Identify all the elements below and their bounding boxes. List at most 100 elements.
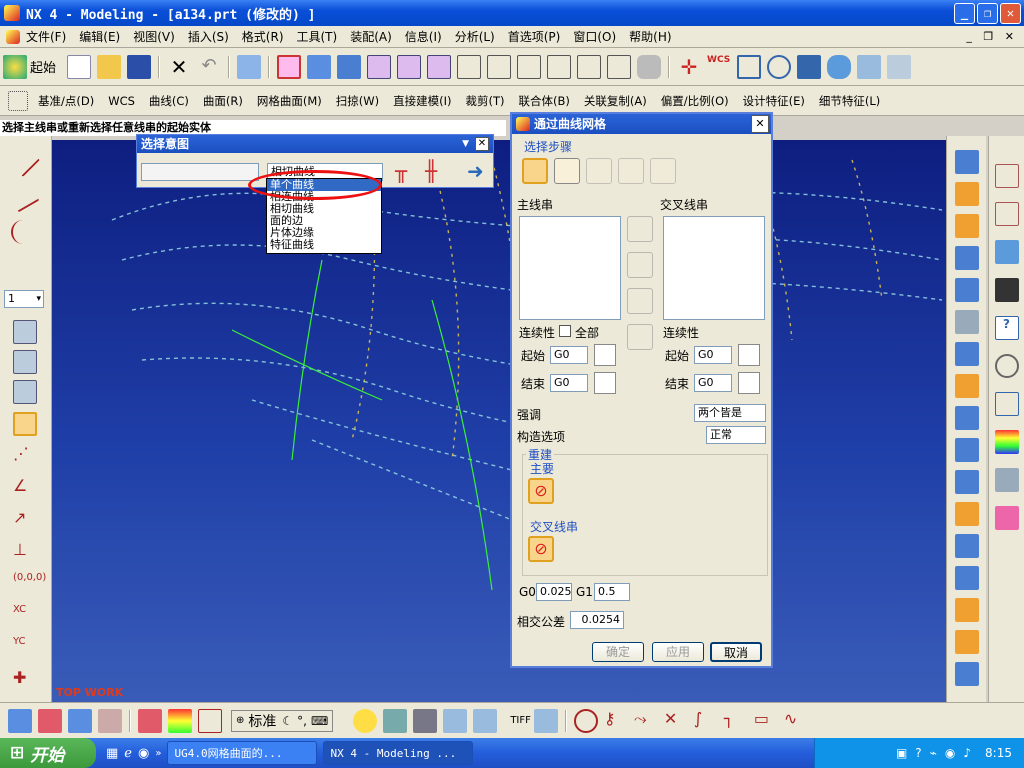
move-to-layer-icon[interactable] [13,350,37,374]
close-button[interactable]: ✕ [1000,2,1021,24]
restore-button[interactable]: ❐ [977,2,998,24]
move-down-icon[interactable] [627,288,653,314]
menu-detail-feature[interactable]: 细节特征(L) [819,93,880,109]
menu-insert[interactable]: 插入(S) [188,28,229,45]
cross-curves-step-icon[interactable] [554,158,580,184]
cross-start-combo[interactable]: G0 [694,346,732,364]
option-feature-curves[interactable]: 特征曲线 [267,239,381,251]
origin-point-icon[interactable]: (0,0,0) [13,572,46,596]
point-crosshair-icon[interactable]: ✛ [677,55,701,79]
ie-icon[interactable]: ℯ [124,746,132,761]
print-icon[interactable] [533,708,558,733]
layer-combo[interactable]: 1 ▾ [4,290,44,308]
g0-tolerance-input[interactable]: 0.025 [536,583,572,601]
emphasis-combo[interactable]: 两个皆是 [694,404,766,422]
render-settings-icon[interactable] [383,708,408,733]
taskbar-item-browser[interactable]: UG4.0网格曲面的... [167,741,318,765]
shell-icon[interactable] [954,374,979,398]
cylinder-icon[interactable] [954,246,979,270]
menu-analysis[interactable]: 分析(L) [455,28,495,45]
menu-help[interactable]: 帮助(H) [629,28,671,45]
taskbar-item-nx[interactable]: NX 4 - Modeling ... [323,741,474,765]
move-up-icon[interactable] [627,252,653,278]
volume-icon[interactable]: ♪ [963,746,971,760]
undo-icon[interactable]: ↶ [197,55,221,79]
spline-icon[interactable]: ∫ [694,709,718,733]
doc-window-controls[interactable]: _ ❐ ✕ [966,30,1024,43]
line-dir-icon[interactable] [6,179,40,213]
key-icon[interactable]: ⚷ [604,709,628,733]
split-body-icon[interactable] [954,566,979,590]
primary-strings-list[interactable] [519,216,621,320]
front-view-icon[interactable] [457,54,482,79]
construct-combo[interactable]: 正常 [706,426,766,444]
scale-body-icon[interactable] [954,630,979,654]
helix-icon[interactable]: ∿ [784,709,808,733]
ok-button[interactable]: 确定 [592,642,644,662]
dialog-close-button[interactable]: ✕ [751,115,769,133]
sew-icon[interactable] [954,662,979,686]
cross-end-combo[interactable]: G0 [694,374,732,392]
menu-direct-modeling[interactable]: 直接建模(I) [393,93,451,109]
training-icon[interactable] [994,278,1019,302]
corner-icon[interactable]: ┐ [724,709,748,733]
palette-icon[interactable] [994,430,1019,454]
system-materials-icon[interactable] [994,392,1019,416]
primary-start-face-icon[interactable] [594,344,616,366]
copy-to-layer-icon[interactable] [13,380,37,404]
cancel-button[interactable]: 取消 [710,642,762,662]
minimize-button[interactable]: _ [954,2,975,24]
frame-icon[interactable] [737,54,762,79]
cone-icon[interactable] [954,278,979,302]
blend-icon[interactable] [954,438,979,462]
menu-curve[interactable]: 曲线(C) [149,93,189,109]
menu-design-feature[interactable]: 设计特征(E) [743,93,805,109]
hidden-edge-cube-icon[interactable] [397,54,422,79]
remove-icon[interactable] [627,324,653,350]
help-icon[interactable]: ? [994,316,1019,340]
block-icon[interactable] [954,150,979,174]
menu-surface[interactable]: 曲面(R) [203,93,243,109]
cross-strings-list[interactable] [663,216,765,320]
extrude-icon[interactable] [954,182,979,206]
menu-mesh-surface[interactable]: 网格曲面(M) [257,93,322,109]
page-curve-icon[interactable]: ▭ [754,709,778,733]
inferred-point-icon[interactable] [13,412,37,436]
ime-icon[interactable]: ⊕ [236,715,244,726]
history-clock-icon[interactable] [994,354,1019,378]
wireframe-cube-icon[interactable] [367,54,392,79]
cut-delete-icon[interactable]: ✕ [167,55,191,79]
offset-face-icon[interactable] [954,598,979,622]
save-icon[interactable] [127,54,152,79]
last-section-step-icon[interactable] [650,158,676,184]
selection-intent-close[interactable]: ✕ [475,137,489,151]
stop-at-intersection-icon[interactable]: ╥ [395,159,407,183]
menu-edit[interactable]: 编辑(E) [79,28,120,45]
curve-analysis-icon[interactable] [8,708,32,733]
next-arrow-icon[interactable]: ➜ [467,159,484,183]
top-view-icon[interactable] [487,54,512,79]
media-icon[interactable]: ◉ [138,746,149,761]
menu-datum-point[interactable]: 基准/点(D) [38,93,94,109]
lens-icon[interactable] [767,54,792,79]
apply-button[interactable]: 应用 [652,642,704,662]
keyboard-icon[interactable]: ⌨ [311,714,328,728]
intersection-tolerance-input[interactable]: 0.0254 [570,611,624,629]
curvature-icon[interactable] [168,708,192,733]
menu-sweep[interactable]: 扫掠(W) [336,93,379,109]
more-quicklaunch-icon[interactable]: » [155,748,161,759]
reuse-library-icon[interactable] [994,240,1019,264]
g1-tolerance-input[interactable]: 0.5 [594,583,630,601]
menu-format[interactable]: 格式(R) [242,28,284,45]
first-section-step-icon[interactable] [618,158,644,184]
tiff-icon[interactable]: TIFF [510,715,531,726]
cross-auto-fit-icon[interactable] [592,536,618,562]
render-icon[interactable] [887,54,912,79]
iso-view-icon[interactable] [427,54,452,79]
new-file-icon[interactable] [67,54,92,79]
wcs-icon[interactable]: WCS [707,55,731,79]
all-checkbox[interactable] [559,325,571,337]
menu-trim[interactable]: 裁剪(T) [466,93,505,109]
menu-window[interactable]: 窗口(O) [573,28,616,45]
menu-wcs[interactable]: WCS [108,94,135,108]
